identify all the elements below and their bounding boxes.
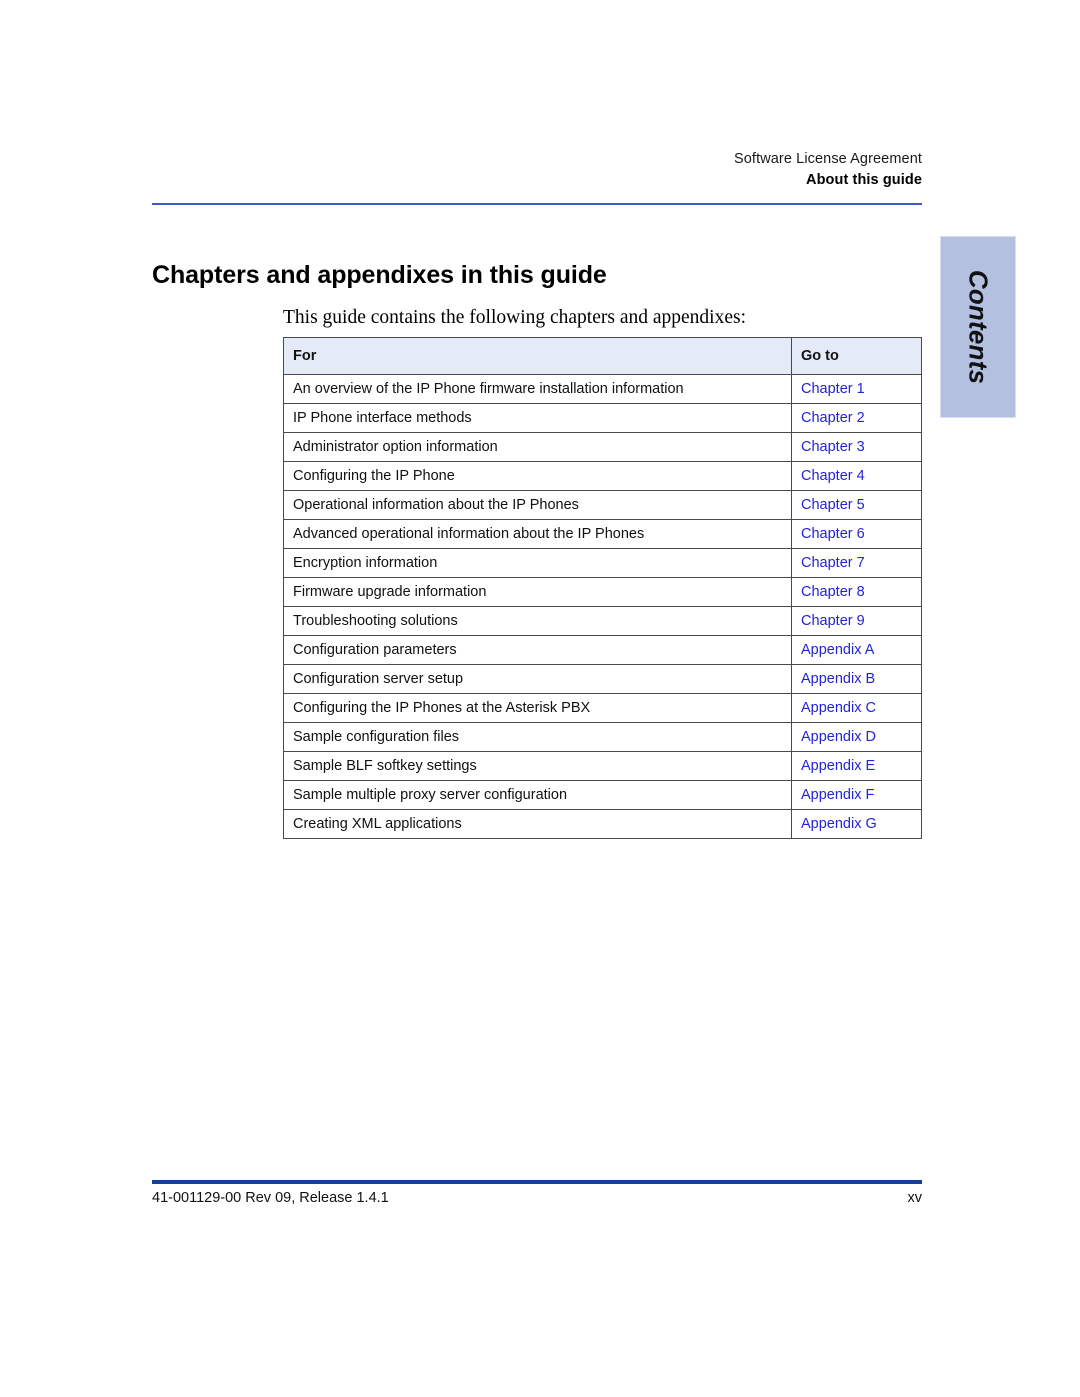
table-cell-goto-link[interactable]: Chapter 6 [791,519,922,549]
running-header: Software License Agreement About this gu… [152,148,922,191]
table-cell-goto-link[interactable]: Chapter 7 [791,548,922,578]
header-divider [152,203,922,205]
header-document-title: Software License Agreement [734,151,922,167]
document-page: Software License Agreement About this gu… [0,0,1080,1397]
table-row: IP Phone interface methods Chapter 2 [283,403,922,433]
table-row: Troubleshooting solutions Chapter 9 [283,606,922,636]
column-header-for: For [283,337,792,375]
page-title: Chapters and appendixes in this guide [152,260,607,289]
table-cell-for: Configuration parameters [283,635,792,665]
table-header: For Go to [283,337,922,375]
table-cell-for: Sample configuration files [283,722,792,752]
table-cell-goto-link[interactable]: Chapter 4 [791,461,922,491]
side-tab-contents: Contents [940,236,1016,418]
table-cell-for: IP Phone interface methods [283,403,792,433]
table-cell-for: Configuration server setup [283,664,792,694]
table-row: Configuration parameters Appendix A [283,635,922,665]
table-cell-goto-link[interactable]: Chapter 5 [791,490,922,520]
table-row: Creating XML applications Appendix G [283,809,922,839]
table-row: Administrator option information Chapter … [283,432,922,462]
footer-page-number: xv [907,1190,923,1206]
table-cell-for: Creating XML applications [283,809,792,839]
table-row: Configuring the IP Phones at the Asteris… [283,693,922,723]
table-row: Configuring the IP Phone Chapter 4 [283,461,922,491]
column-header-goto: Go to [791,337,922,375]
table-row: An overview of the IP Phone firmware ins… [283,374,922,404]
header-section-title: About this guide [806,172,922,188]
table-row: Operational information about the IP Pho… [283,490,922,520]
table-row: Sample multiple proxy server configurati… [283,780,922,810]
table-cell-goto-link[interactable]: Appendix B [791,664,922,694]
table-cell-goto-link[interactable]: Appendix D [791,722,922,752]
table-cell-goto-link[interactable]: Appendix C [791,693,922,723]
table-cell-goto-link[interactable]: Chapter 2 [791,403,922,433]
footer-divider [152,1180,922,1184]
table-cell-goto-link[interactable]: Appendix G [791,809,922,839]
chapters-table: For Go to An overview of the IP Phone fi… [283,337,922,839]
table-cell-goto-link[interactable]: Chapter 8 [791,577,922,607]
table-cell-goto-link[interactable]: Appendix E [791,751,922,781]
table-cell-goto-link[interactable]: Appendix F [791,780,922,810]
table-cell-for: Advanced operational information about t… [283,519,792,549]
table-cell-for: Configuring the IP Phones at the Asteris… [283,693,792,723]
table-cell-for: Sample BLF softkey settings [283,751,792,781]
table-cell-goto-link[interactable]: Chapter 1 [791,374,922,404]
table-cell-for: Configuring the IP Phone [283,461,792,491]
table-row: Firmware upgrade information Chapter 8 [283,577,922,607]
table-cell-for: Firmware upgrade information [283,577,792,607]
table-cell-goto-link[interactable]: Chapter 3 [791,432,922,462]
table-row: Sample configuration files Appendix D [283,722,922,752]
table-row: Configuration server setup Appendix B [283,664,922,694]
table-header-row: For Go to [283,337,922,375]
table-body: An overview of the IP Phone firmware ins… [283,374,922,839]
table-cell-for: Operational information about the IP Pho… [283,490,792,520]
intro-paragraph: This guide contains the following chapte… [283,306,747,328]
table-cell-for: Encryption information [283,548,792,578]
table-cell-for: Administrator option information [283,432,792,462]
table-cell-goto-link[interactable]: Chapter 9 [791,606,922,636]
table-row: Advanced operational information about t… [283,519,922,549]
table-row: Sample BLF softkey settings Appendix E [283,751,922,781]
side-tab-label: Contents [963,269,994,385]
table-row: Encryption information Chapter 7 [283,548,922,578]
table-cell-goto-link[interactable]: Appendix A [791,635,922,665]
table-cell-for: Troubleshooting solutions [283,606,792,636]
table-cell-for: An overview of the IP Phone firmware ins… [283,374,792,404]
table-cell-for: Sample multiple proxy server configurati… [283,780,792,810]
